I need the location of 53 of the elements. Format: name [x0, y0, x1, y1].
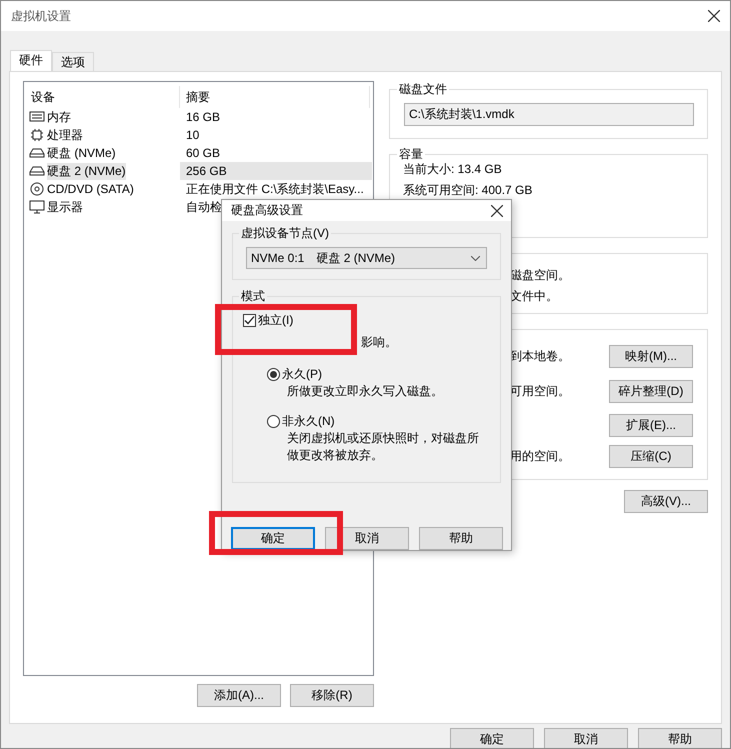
- list-action-button[interactable]: 移除(R): [290, 684, 374, 707]
- mode-description: 所做更改立即永久写入磁盘。: [287, 383, 444, 400]
- dialog-button[interactable]: 帮助: [419, 527, 503, 550]
- capacity-text: 系统可用空间: 400.7 GB: [403, 182, 534, 199]
- dialog-button[interactable]: 确定: [450, 728, 534, 748]
- disk-file-field[interactable]: C:\系统封装\1.vmdk: [404, 103, 694, 126]
- group-title: 模式: [239, 289, 267, 303]
- device-summary[interactable]: 60 GB: [180, 144, 372, 162]
- utility-button[interactable]: 扩展(E)...: [609, 414, 693, 437]
- dialog-title: 硬盘高级设置: [231, 202, 303, 219]
- device-name[interactable]: 处理器: [47, 126, 83, 144]
- disc-icon: [29, 182, 45, 196]
- mode-description: 关闭虚拟机或还原快照时，对磁盘所做更改将被放弃。: [287, 430, 480, 464]
- check-icon: [244, 314, 255, 326]
- list-action-button[interactable]: 添加(A)...: [197, 684, 281, 707]
- mode-radio[interactable]: 永久(P): [243, 365, 490, 383]
- group-title: 容量: [397, 147, 425, 161]
- dialog-button[interactable]: 帮助: [638, 728, 722, 748]
- chip-icon: [29, 128, 45, 142]
- group-title: 虚拟设备节点(V): [239, 226, 331, 240]
- independent-checkbox[interactable]: 独立(I): [243, 311, 490, 329]
- tab[interactable]: 选项: [52, 52, 94, 71]
- device-name[interactable]: 内存: [47, 108, 71, 126]
- device-name[interactable]: CD/DVD (SATA): [47, 182, 134, 196]
- device-node-select[interactable]: NVMe 0:1 硬盘 2 (NVMe): [246, 247, 487, 269]
- device-name[interactable]: 显示器: [47, 198, 83, 216]
- dialog-button[interactable]: 取消: [325, 527, 409, 550]
- close-icon[interactable]: [491, 204, 503, 216]
- close-icon[interactable]: [708, 10, 720, 22]
- dialog-button[interactable]: 取消: [544, 728, 628, 748]
- group-title: 磁盘文件: [397, 82, 449, 96]
- column-header[interactable]: 设备: [25, 86, 180, 108]
- advanced-button[interactable]: 高级(V)...: [624, 490, 708, 513]
- dialog-button[interactable]: 确定: [231, 527, 315, 550]
- mode-radio[interactable]: 非永久(N): [243, 412, 490, 430]
- capacity-text: 当前大小: 13.4 GB: [403, 161, 503, 178]
- device-summary[interactable]: 16 GB: [180, 108, 372, 126]
- memory-icon: [29, 110, 45, 124]
- utility-button[interactable]: 映射(M)...: [609, 345, 693, 368]
- monitor-icon: [29, 200, 45, 214]
- device-summary[interactable]: 10: [180, 126, 372, 144]
- tab[interactable]: 硬件: [10, 50, 52, 71]
- device-summary[interactable]: 正在使用文件 C:\系统封装\Easy...: [180, 180, 372, 198]
- column-header[interactable]: 摘要: [180, 86, 370, 108]
- device-name[interactable]: 硬盘 (NVMe): [47, 144, 116, 162]
- utility-text: 可用空间。: [510, 382, 570, 400]
- utility-button[interactable]: 碎片整理(D): [609, 380, 693, 402]
- independent-description: 影响。: [361, 334, 398, 351]
- chevron-icon: [471, 256, 480, 260]
- device-summary[interactable]: 256 GB: [180, 162, 372, 180]
- device-name[interactable]: 硬盘 2 (NVMe): [47, 162, 126, 180]
- utility-button[interactable]: 压缩(C): [609, 445, 693, 468]
- window-title: 虚拟机设置: [11, 8, 71, 24]
